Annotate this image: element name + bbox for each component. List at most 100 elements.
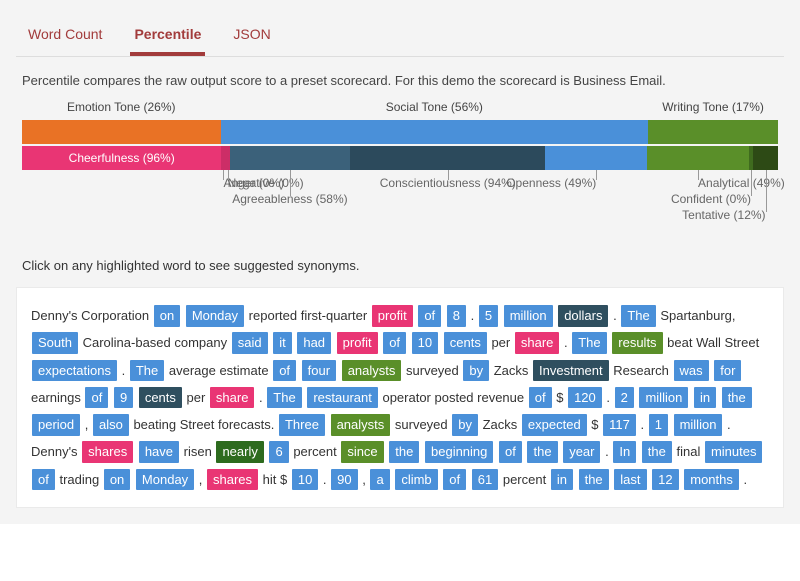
highlighted-word[interactable]: 120: [568, 387, 602, 409]
highlighted-word[interactable]: 6: [269, 441, 288, 463]
chart-top-label: Emotion Tone (26%): [67, 100, 176, 114]
highlighted-word[interactable]: it: [273, 332, 292, 354]
highlighted-word[interactable]: a: [370, 469, 389, 491]
tab-bar: Word Count Percentile JSON: [16, 10, 784, 57]
highlighted-word[interactable]: said: [232, 332, 268, 354]
highlighted-word[interactable]: 12: [652, 469, 678, 491]
highlighted-word[interactable]: the: [642, 441, 672, 463]
highlighted-word[interactable]: have: [139, 441, 179, 463]
highlighted-word[interactable]: share: [210, 387, 255, 409]
highlighted-word[interactable]: million: [674, 414, 723, 436]
highlighted-word[interactable]: 8: [447, 305, 466, 327]
highlighted-word[interactable]: in: [694, 387, 716, 409]
highlighted-word[interactable]: of: [85, 387, 108, 409]
highlighted-word[interactable]: expectations: [32, 360, 117, 382]
chart-top-row: Emotion Tone (26%)Social Tone (56%)Writi…: [22, 120, 778, 144]
highlighted-word[interactable]: restaurant: [307, 387, 378, 409]
chart-seg-agreeableness: [230, 146, 350, 170]
chart-seg-cheerfulness: Cheerfulness (96%): [22, 146, 221, 170]
highlighted-word[interactable]: share: [515, 332, 560, 354]
highlighted-word[interactable]: nearly: [216, 441, 263, 463]
highlighted-word[interactable]: The: [572, 332, 606, 354]
highlighted-word[interactable]: also: [93, 414, 129, 436]
highlighted-word[interactable]: on: [104, 469, 130, 491]
highlighted-word[interactable]: analysts: [342, 360, 402, 382]
highlighted-word[interactable]: the: [579, 469, 609, 491]
highlighted-word[interactable]: last: [614, 469, 646, 491]
highlighted-word[interactable]: The: [621, 305, 655, 327]
tab-percentile[interactable]: Percentile: [130, 18, 205, 56]
highlighted-word[interactable]: million: [504, 305, 553, 327]
chart-top-label: Writing Tone (17%): [662, 100, 764, 114]
highlighted-word[interactable]: 10: [292, 469, 318, 491]
highlighted-word[interactable]: shares: [207, 469, 258, 491]
highlighted-word[interactable]: by: [463, 360, 489, 382]
highlighted-word[interactable]: analysts: [331, 414, 391, 436]
chart-top-label: Social Tone (56%): [386, 100, 483, 114]
highlighted-word[interactable]: of: [529, 387, 552, 409]
highlighted-word[interactable]: profit: [372, 305, 413, 327]
chart-seg-analytical: [647, 146, 749, 170]
highlighted-word[interactable]: profit: [337, 332, 378, 354]
highlighted-word[interactable]: 1: [649, 414, 668, 436]
highlighted-word[interactable]: 9: [114, 387, 133, 409]
chart-bottom-label-negative: Negative (0%): [228, 176, 304, 190]
chart-tick: [596, 170, 597, 180]
highlighted-word[interactable]: Three: [279, 414, 325, 436]
chart-bottom-label-tentative: Tentative (12%): [682, 208, 765, 222]
highlighted-word[interactable]: in: [551, 469, 573, 491]
highlighted-word[interactable]: shares: [82, 441, 133, 463]
highlighted-word[interactable]: of: [418, 305, 441, 327]
highlighted-word[interactable]: The: [267, 387, 301, 409]
highlighted-word[interactable]: results: [612, 332, 662, 354]
highlighted-word[interactable]: period: [32, 414, 80, 436]
highlighted-word[interactable]: the: [389, 441, 419, 463]
highlighted-word[interactable]: the: [527, 441, 557, 463]
highlighted-word[interactable]: 117: [603, 414, 636, 436]
highlighted-word[interactable]: four: [302, 360, 336, 382]
highlighted-word[interactable]: The: [130, 360, 164, 382]
highlighted-word[interactable]: for: [714, 360, 741, 382]
highlighted-word[interactable]: expected: [522, 414, 587, 436]
highlighted-word[interactable]: minutes: [705, 441, 763, 463]
tab-word-count[interactable]: Word Count: [24, 18, 106, 56]
highlighted-word[interactable]: Monday: [136, 469, 194, 491]
highlighted-word[interactable]: of: [443, 469, 466, 491]
highlighted-word[interactable]: of: [499, 441, 522, 463]
highlighted-word[interactable]: 90: [331, 469, 357, 491]
tone-chart: Emotion Tone (26%)Social Tone (56%)Writi…: [22, 120, 778, 170]
highlighted-word[interactable]: 2: [615, 387, 634, 409]
chart-bottom-label-confident: Confident (0%): [671, 192, 751, 206]
chart-tick: [290, 170, 291, 196]
highlighted-word[interactable]: Monday: [186, 305, 244, 327]
tab-json[interactable]: JSON: [229, 18, 274, 56]
highlighted-word[interactable]: on: [154, 305, 180, 327]
highlighted-word[interactable]: had: [297, 332, 331, 354]
highlighted-word[interactable]: months: [684, 469, 739, 491]
chart-tick: [698, 170, 699, 180]
highlighted-word[interactable]: was: [674, 360, 709, 382]
highlighted-word[interactable]: dollars: [558, 305, 608, 327]
description-text: Percentile compares the raw output score…: [16, 57, 784, 100]
highlighted-word[interactable]: million: [639, 387, 688, 409]
highlighted-word[interactable]: of: [32, 469, 55, 491]
highlighted-word[interactable]: of: [383, 332, 406, 354]
highlighted-word[interactable]: year: [563, 441, 600, 463]
highlighted-word[interactable]: of: [273, 360, 296, 382]
highlighted-word[interactable]: In: [613, 441, 636, 463]
highlighted-word[interactable]: beginning: [425, 441, 493, 463]
highlighted-word[interactable]: cents: [139, 387, 182, 409]
page-container: Word Count Percentile JSON Percentile co…: [0, 0, 800, 524]
highlighted-word[interactable]: 10: [412, 332, 438, 354]
highlighted-word[interactable]: climb: [395, 469, 437, 491]
highlighted-word[interactable]: since: [341, 441, 383, 463]
highlighted-word[interactable]: 5: [479, 305, 498, 327]
analysis-text-panel: Denny's Corporation on Monday reported f…: [16, 287, 784, 508]
highlighted-word[interactable]: Investment: [533, 360, 609, 382]
highlighted-word[interactable]: South: [32, 332, 78, 354]
highlighted-word[interactable]: 61: [472, 469, 498, 491]
highlighted-word[interactable]: the: [722, 387, 752, 409]
highlighted-word[interactable]: cents: [444, 332, 487, 354]
highlighted-word[interactable]: by: [452, 414, 478, 436]
chart-tick: [228, 170, 229, 180]
